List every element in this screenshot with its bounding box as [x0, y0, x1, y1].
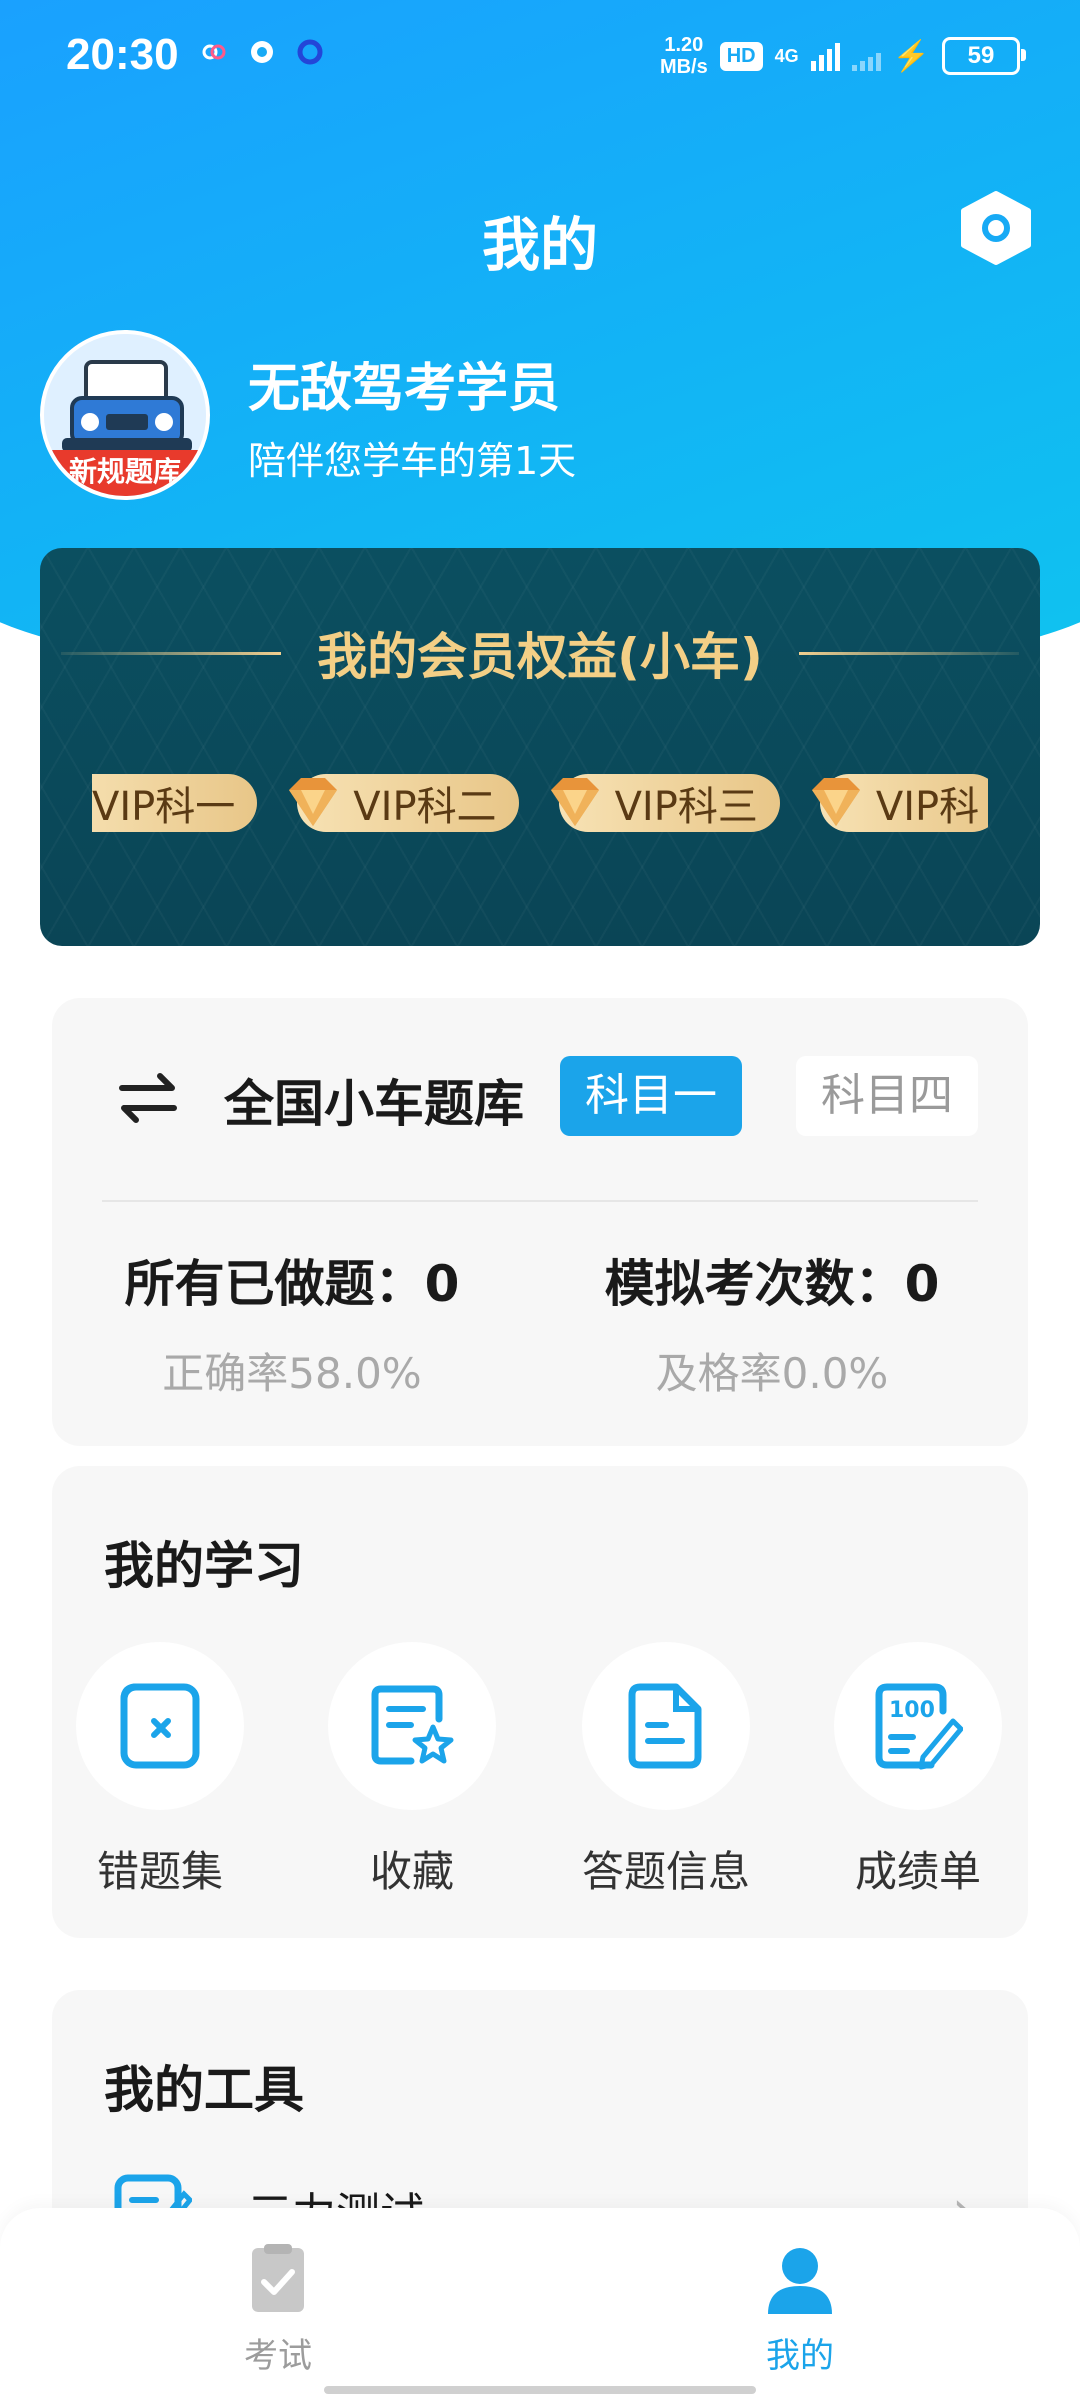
page-title: 我的 — [481, 211, 598, 279]
study-icon-wrap: 100 — [834, 1642, 1002, 1810]
link-icon — [202, 44, 226, 60]
study-item-answer-info[interactable]: 答题信息 — [566, 1642, 766, 1899]
answer-info-icon — [628, 1683, 702, 1769]
wrong-questions-icon — [120, 1683, 200, 1769]
subject-tab-four[interactable]: 科目四 — [796, 1056, 978, 1136]
hexagon-settings-icon[interactable] — [958, 190, 1034, 266]
battery-icon: 59 — [942, 37, 1026, 75]
study-icon-wrap — [76, 1642, 244, 1810]
tools-section-title: 我的工具 — [104, 2061, 304, 2119]
diamond-icon — [289, 778, 338, 826]
diamond-icon — [811, 778, 860, 826]
net-speed: 1.20 MB/s — [660, 34, 708, 78]
question-bank-title[interactable]: 全国小车题库 — [224, 1064, 524, 1136]
vip-title: 我的会员权益(小车) — [317, 628, 763, 686]
diamond-icon — [550, 778, 599, 826]
avatar-banner: 新规题库 — [44, 450, 206, 496]
study-icon-wrap — [582, 1642, 750, 1810]
mock-exam-stat[interactable]: 模拟考次数：0 及格率0.0% — [552, 1244, 992, 1401]
vip-background-pattern — [40, 548, 1040, 946]
circle-notification-icon — [297, 39, 323, 65]
score-report-icon: 100 — [875, 1683, 963, 1770]
status-bar: 20:30 1.20 MB/s HD 4G ⚡ 59 — [0, 0, 1080, 112]
accuracy-label: 正确率58.0% — [162, 1349, 422, 1398]
study-icon-wrap — [328, 1642, 496, 1810]
study-section-title: 我的学习 — [104, 1537, 304, 1595]
nav-item-mine[interactable]: 我的 — [700, 2244, 900, 2377]
user-subtitle: 陪伴您学车的第1天 — [248, 439, 577, 483]
bottom-nav: 考试 我的 — [0, 2208, 1080, 2400]
vip-chip-label: VIP科一 — [92, 784, 236, 830]
vip-chip-label: VIP科三 — [614, 784, 758, 830]
vip-chip[interactable]: VIP科二 — [289, 774, 519, 832]
exam-icon — [252, 2244, 304, 2312]
signal-strength-icon — [810, 41, 840, 71]
status-notification-icons — [200, 38, 324, 66]
study-item-score-report[interactable]: 100 成绩单 — [818, 1642, 1018, 1899]
vip-divider-left — [61, 651, 282, 655]
vip-chip-list[interactable]: VIP科一 VIP科二 VIP科三 VIP科 — [92, 774, 988, 844]
study-item-label: 答题信息 — [581, 1847, 750, 1896]
user-name[interactable]: 无敌驾考学员 — [248, 346, 560, 421]
vip-chip[interactable]: VIP科 — [811, 774, 988, 832]
status-time: 20:30 — [66, 30, 179, 79]
charging-icon: ⚡ — [892, 39, 930, 73]
stats-divider — [102, 1200, 978, 1202]
net-speed-value: 1.20 — [664, 34, 704, 56]
question-bank-card: 全国小车题库 科目一 科目四 所有已做题：0 正确率58.0% 模拟考次数：0 … — [52, 998, 1028, 1446]
favorites-icon — [371, 1685, 454, 1765]
nav-item-exam[interactable]: 考试 — [178, 2244, 378, 2377]
nav-label: 考试 — [244, 2336, 312, 2376]
study-item-wrong-questions[interactable]: 错题集 — [60, 1642, 260, 1899]
network-type: 4G — [774, 45, 799, 66]
mock-exam-label: 模拟考次数：0 — [604, 1255, 940, 1313]
avatar[interactable]: 新规题库 — [40, 330, 210, 500]
study-item-label: 错题集 — [96, 1847, 223, 1896]
vip-chip[interactable]: VIP科一 — [92, 774, 258, 832]
done-questions-stat[interactable]: 所有已做题：0 正确率58.0% — [52, 1244, 532, 1401]
vip-card[interactable]: 我的会员权益(小车) VIP科一 VIP科二 VIP科三 VIP科 — [40, 548, 1040, 946]
subject-tab-one[interactable]: 科目一 — [560, 1056, 742, 1136]
study-item-favorites[interactable]: 收藏 — [312, 1642, 512, 1899]
vip-chip-label: VIP科 — [875, 784, 980, 830]
done-questions-label: 所有已做题：0 — [124, 1255, 460, 1313]
status-system-icons: 1.20 MB/s HD 4G ⚡ 59 — [660, 34, 1026, 78]
vip-divider-right — [798, 651, 1019, 655]
vip-title-row: 我的会员权益(小车) — [40, 618, 1040, 688]
signal-secondary-icon — [851, 41, 881, 71]
my-study-card: 我的学习 错题集 收藏 答题信息 100 成绩单 — [52, 1466, 1028, 1938]
nav-label: 我的 — [766, 2336, 834, 2376]
home-indicator[interactable] — [324, 2386, 756, 2394]
vip-chip-label: VIP科二 — [353, 784, 497, 830]
screen: 20:30 1.20 MB/s HD 4G ⚡ 59 我的 新规题库 无敌驾考学… — [0, 0, 1080, 2400]
pass-rate-label: 及格率0.0% — [655, 1349, 889, 1398]
net-speed-unit: MB/s — [659, 56, 708, 78]
app-notification-icon — [251, 41, 273, 63]
study-item-label: 成绩单 — [854, 1847, 981, 1896]
vip-chip[interactable]: VIP科三 — [550, 774, 780, 832]
svg-text:100: 100 — [889, 1698, 935, 1723]
profile-icon — [768, 2248, 832, 2314]
study-item-label: 收藏 — [369, 1847, 454, 1896]
hd-icon: HD — [719, 41, 763, 71]
swap-icon[interactable] — [116, 1068, 180, 1128]
